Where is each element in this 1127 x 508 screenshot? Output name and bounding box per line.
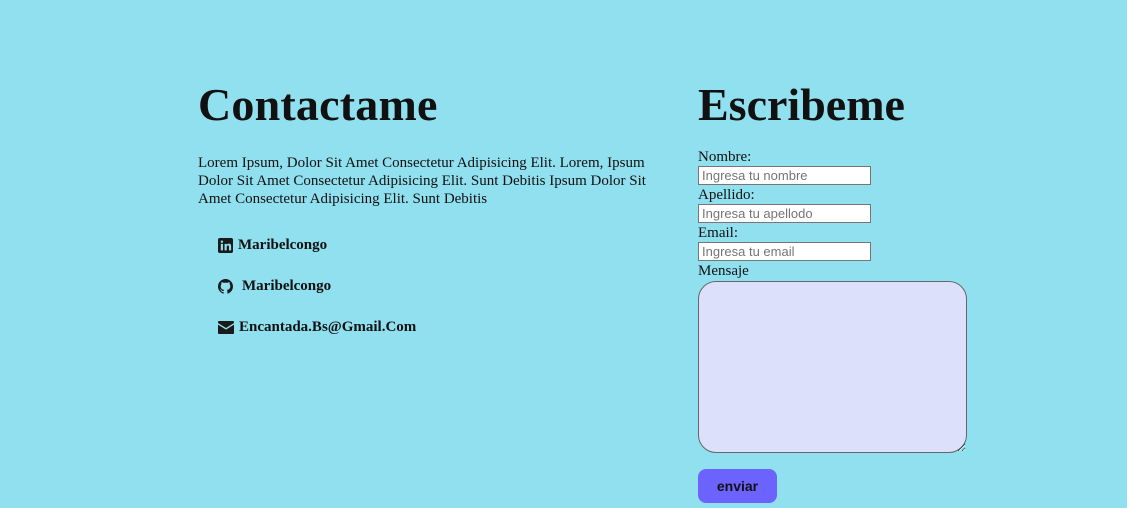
linkedin-link[interactable]: Maribelcongo xyxy=(218,235,416,255)
message-label: Mensaje xyxy=(698,263,749,279)
social-links: Maribelcongo Maribelcongo Encantada.Bs@G… xyxy=(218,235,416,358)
message-textarea[interactable] xyxy=(698,281,967,453)
lastname-label: Apellido: xyxy=(698,187,755,203)
contact-title: Contactame xyxy=(198,79,438,130)
linkedin-label: Maribelcongo xyxy=(238,236,328,253)
github-label: Maribelcongo xyxy=(242,277,332,294)
submit-button[interactable]: enviar xyxy=(698,469,777,503)
name-label: Nombre: xyxy=(698,149,752,165)
email-label: Encantada.Bs@Gmail.Com xyxy=(239,318,417,335)
envelope-icon xyxy=(218,320,234,334)
github-icon xyxy=(218,278,233,294)
form-title: Escribeme xyxy=(698,79,905,130)
contact-form: Nombre: Apellido: Email: Mensaje enviar xyxy=(698,149,998,503)
contact-section: Contactame Lorem Ipsum, Dolor Sit Amet C… xyxy=(198,79,680,335)
email-input[interactable] xyxy=(698,242,871,261)
form-section: Escribeme Nombre: Apellido: Email: Mensa… xyxy=(698,79,998,503)
name-input[interactable] xyxy=(698,166,871,185)
email-field-label: Email: xyxy=(698,225,738,241)
contact-page: Contactame Lorem Ipsum, Dolor Sit Amet C… xyxy=(0,0,1127,508)
contact-description: Lorem Ipsum, Dolor Sit Amet Consectetur … xyxy=(198,155,646,207)
lastname-input[interactable] xyxy=(698,204,871,223)
linkedin-icon xyxy=(218,237,233,253)
email-link[interactable]: Encantada.Bs@Gmail.Com xyxy=(218,317,416,337)
github-link[interactable]: Maribelcongo xyxy=(218,276,416,296)
